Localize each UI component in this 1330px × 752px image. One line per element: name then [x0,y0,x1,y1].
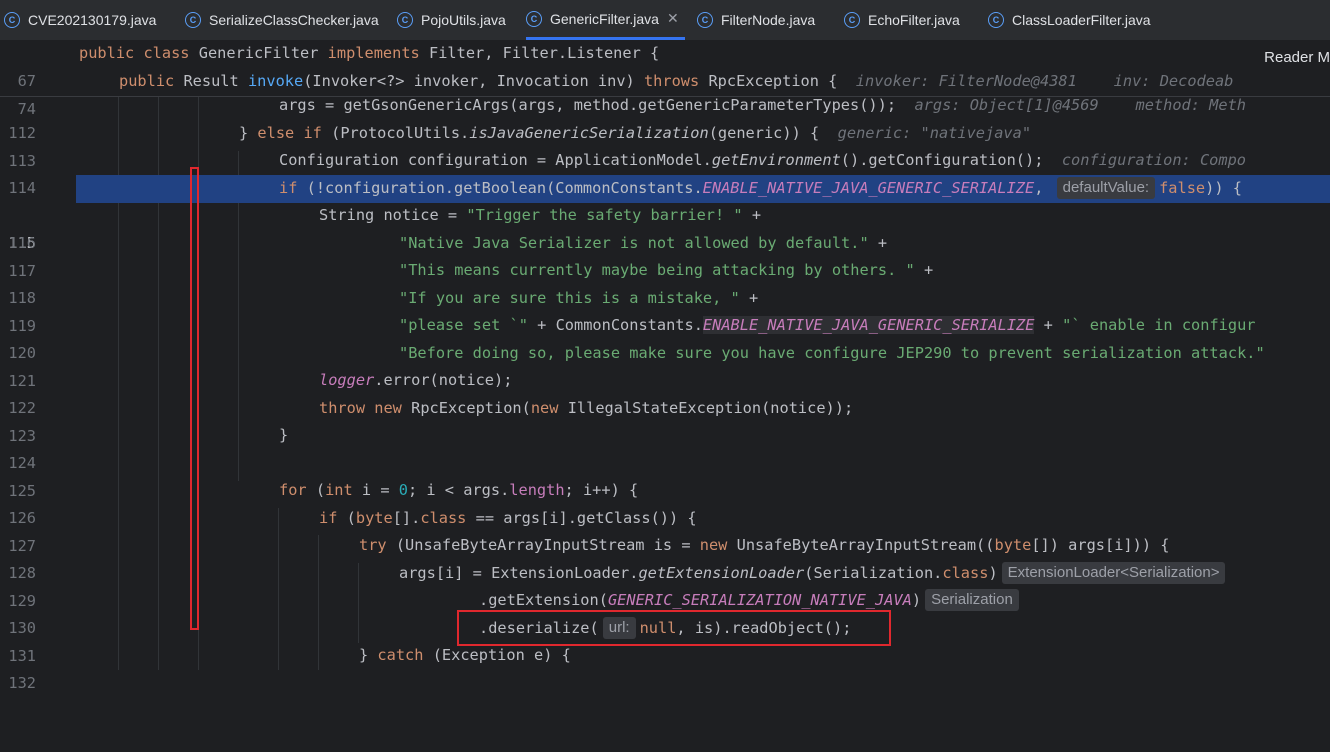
java-class-icon: C [697,12,713,28]
code-line[interactable]: 120 "please set `" + CommonConstants.ENA… [0,312,1330,362]
code-text: for (int i = 0; i < args.length; i++) { [279,481,639,499]
code-line-current[interactable]: 115 if (!configuration.getBoolean(Common… [0,175,1330,252]
java-class-icon: C [988,12,1004,28]
code-text: throw new RpcException(new IllegalStateE… [319,399,854,417]
code-line[interactable]: 128 try (UnsafeByteArrayInputStream is =… [0,532,1330,582]
parameter-hint: defaultValue: [1056,177,1156,199]
code-text: "If you are sure this is a mistake, " + [399,289,759,307]
code-text: "Native Java Serializer is not allowed b… [399,234,888,252]
annotation-box-deserialize [457,610,891,646]
code-line[interactable]: 74 public Result invoke(Invoker<?> invok… [0,68,1330,118]
java-class-icon: C [185,12,201,28]
tab-label: GenericFilter.java [550,10,659,27]
code-text: } catch (Exception e) { [359,646,571,664]
tab-cve202130179[interactable]: C CVE202130179.java [4,0,156,40]
tab-echo-filter[interactable]: C EchoFilter.java [844,0,960,40]
code-line[interactable]: 118 "This means currently maybe being at… [0,257,1330,307]
annotation-box-vertical [190,167,199,630]
reader-mode-toggle[interactable]: Reader M [1258,49,1330,66]
code-text: Configuration configuration = Applicatio… [279,151,1247,169]
code-editor[interactable]: 67 public class GenericFilter implements… [0,40,1330,692]
java-class-icon: C [526,10,542,27]
code-line[interactable]: 124 } [0,422,1330,472]
code-text: if (byte[].class == args[i].getClass()) … [319,509,697,527]
code-text: "This means currently maybe being attack… [399,261,934,279]
close-icon[interactable]: ✕ [667,10,679,27]
line-number: 74 [17,99,36,118]
java-class-icon: C [844,12,860,28]
line-number: 132 [8,673,36,692]
code-text: try (UnsafeByteArrayInputStream is = new… [359,536,1170,554]
code-line[interactable]: 114 Configuration configuration = Applic… [0,147,1330,197]
tab-serialize-class-checker[interactable]: C SerializeClassChecker.java [185,0,379,40]
code-text: } else if (ProtocolUtils.isJavaGenericSe… [239,124,1032,142]
code-line[interactable]: 121 "Before doing so, please make sure y… [0,340,1330,390]
tab-label: FilterNode.java [721,12,816,28]
type-hint: ExtensionLoader<Serialization> [1001,562,1226,584]
code-text: "please set `" + CommonConstants.ENABLE_… [399,316,1256,334]
java-class-icon: C [397,12,413,28]
code-text: args[i] = ExtensionLoader.getExtensionLo… [399,560,1229,588]
code-line[interactable]: 129 args[i] = ExtensionLoader.getExtensi… [0,560,1330,610]
tab-pojo-utils[interactable]: C PojoUtils.java [397,0,506,40]
code-line[interactable]: 125 [0,450,1330,500]
tab-filter-node[interactable]: C FilterNode.java [697,0,815,40]
code-line[interactable]: 67 public class GenericFilter implements… [0,40,1330,90]
code-line[interactable]: 123 throw new RpcException(new IllegalSt… [0,395,1330,445]
code-text: logger.error(notice); [319,371,513,389]
tab-label: CVE202130179.java [28,12,157,28]
java-class-icon: C [4,12,20,28]
code-text: String notice = "Trigger the safety barr… [319,206,762,224]
code-text: if (!configuration.getBoolean(CommonCons… [279,177,1242,199]
code-line[interactable]: 119 "If you are sure this is a mistake, … [0,285,1330,335]
tab-label: ClassLoaderFilter.java [1012,12,1151,28]
tab-label: EchoFilter.java [868,12,960,28]
code-line[interactable]: 113 } else if (ProtocolUtils.isJavaGener… [0,120,1330,170]
tab-generic-filter[interactable]: C GenericFilter.java ✕ [526,0,685,40]
code-line[interactable]: 127 if (byte[].class == args[i].getClass… [0,505,1330,555]
code-line[interactable]: 122 logger.error(notice); [0,367,1330,417]
code-line[interactable]: 117 "Native Java Serializer is not allow… [0,230,1330,280]
code-line[interactable]: 132 } catch (Exception e) { [0,642,1330,692]
editor-tab-bar: C CVE202130179.java C SerializeClassChec… [0,0,1330,41]
tab-label: PojoUtils.java [421,12,506,28]
type-hint: Serialization [925,589,1019,611]
tab-label: SerializeClassChecker.java [209,12,379,28]
code-line[interactable]: 116 String notice = "Trigger the safety … [0,202,1330,252]
code-text: public class GenericFilter implements Fi… [79,44,660,62]
code-text: "Before doing so, please make sure you h… [399,344,1265,362]
tab-class-loader-filter[interactable]: C ClassLoaderFilter.java [988,0,1151,40]
code-text: } [279,426,289,444]
code-line[interactable]: 126 for (int i = 0; i < args.length; i++… [0,477,1330,527]
sticky-scroll-header: 67 public class GenericFilter implements… [0,40,1330,118]
code-text: public Result invoke(Invoker<?> invoker,… [119,72,1234,90]
